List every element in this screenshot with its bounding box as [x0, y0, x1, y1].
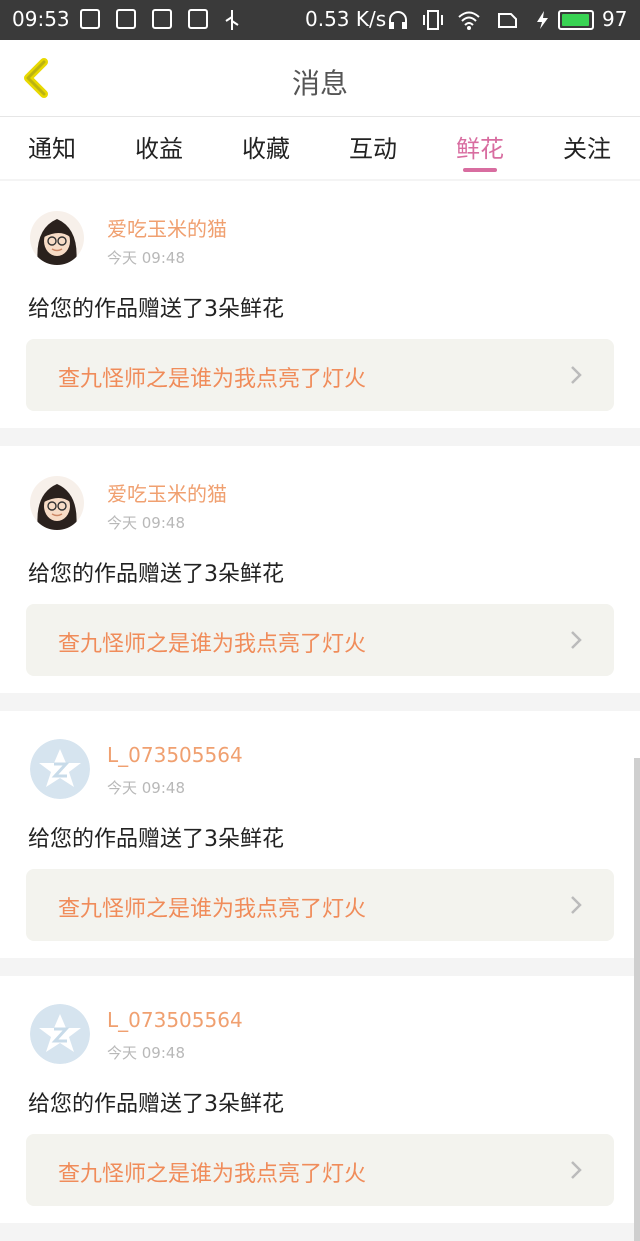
default-avatar-icon	[30, 739, 90, 799]
battery-level: 97	[602, 7, 628, 31]
message-text: 给您的作品赠送了3朵鲜花	[28, 562, 284, 587]
battery-fill	[562, 14, 590, 26]
work-title: 查九怪师之是谁为我点亮了灯火	[58, 897, 367, 922]
avatar[interactable]	[30, 211, 84, 265]
notification-upload-icon	[152, 9, 172, 29]
avatar[interactable]	[30, 476, 84, 530]
message-card: L_073505564 今天 09:48 给您的作品赠送了3朵鲜花 查九怪师之是…	[0, 976, 640, 1223]
username[interactable]: L_073505564	[107, 1008, 243, 1032]
work-title: 查九怪师之是谁为我点亮了灯火	[58, 632, 367, 657]
chevron-right-icon	[571, 366, 582, 384]
tab-following[interactable]: 关注	[563, 129, 611, 164]
notification-image-icon	[188, 9, 208, 29]
charging-icon	[537, 11, 548, 29]
sim-card-icon	[498, 13, 517, 28]
tab-earnings[interactable]: 收益	[135, 129, 183, 164]
chevron-right-icon	[571, 896, 582, 914]
active-tab-indicator	[463, 168, 497, 172]
message-text: 给您的作品赠送了3朵鲜花	[28, 827, 284, 852]
tab-bar: 通知 收益 收藏 互动 鲜花 关注	[0, 117, 640, 179]
wifi-icon	[458, 11, 480, 30]
girl-avatar-icon	[30, 476, 84, 530]
vibrate-icon	[423, 10, 443, 30]
message-card: 爱吃玉米的猫 今天 09:48 给您的作品赠送了3朵鲜花 查九怪师之是谁为我点亮…	[0, 181, 640, 428]
headphones-icon	[389, 11, 407, 29]
tab-notice[interactable]: 通知	[28, 129, 76, 164]
avatar[interactable]	[30, 739, 90, 799]
page-title: 消息	[291, 67, 348, 100]
message-card: L_073505564 今天 09:48 给您的作品赠送了3朵鲜花 查九怪师之是…	[0, 711, 640, 958]
work-link[interactable]: 查九怪师之是谁为我点亮了灯火	[26, 604, 614, 676]
username[interactable]: 爱吃玉米的猫	[107, 478, 227, 507]
work-title: 查九怪师之是谁为我点亮了灯火	[58, 1162, 367, 1187]
scrollbar[interactable]	[634, 758, 640, 1241]
girl-avatar-icon	[30, 211, 84, 265]
tab-flowers[interactable]: 鲜花	[456, 129, 504, 164]
status-bar: 09:53 0.53 K/s 97	[0, 0, 640, 40]
tab-interaction[interactable]: 互动	[349, 129, 397, 164]
avatar[interactable]	[30, 1004, 90, 1064]
tab-favorites[interactable]: 收藏	[242, 129, 290, 164]
message-text: 给您的作品赠送了3朵鲜花	[28, 297, 284, 322]
message-text: 给您的作品赠送了3朵鲜花	[28, 1092, 284, 1117]
timestamp: 今天 09:48	[107, 514, 185, 532]
username[interactable]: 爱吃玉米的猫	[107, 213, 227, 242]
notification-pocket-icon	[80, 9, 100, 29]
chevron-right-icon	[571, 631, 582, 649]
notification-list-icon	[116, 9, 136, 29]
header: 消息	[0, 40, 640, 117]
battery-icon	[558, 10, 594, 30]
work-link[interactable]: 查九怪师之是谁为我点亮了灯火	[26, 1134, 614, 1206]
work-title: 查九怪师之是谁为我点亮了灯火	[58, 367, 367, 392]
timestamp: 今天 09:48	[107, 1044, 185, 1062]
network-speed: 0.53 K/s	[305, 7, 387, 31]
chevron-right-icon	[571, 1161, 582, 1179]
work-link[interactable]: 查九怪师之是谁为我点亮了灯火	[26, 339, 614, 411]
message-card: 爱吃玉米的猫 今天 09:48 给您的作品赠送了3朵鲜花 查九怪师之是谁为我点亮…	[0, 446, 640, 693]
default-avatar-icon	[30, 1004, 90, 1064]
usb-icon	[225, 10, 239, 30]
timestamp: 今天 09:48	[107, 249, 185, 267]
status-time: 09:53	[12, 7, 70, 31]
work-link[interactable]: 查九怪师之是谁为我点亮了灯火	[26, 869, 614, 941]
timestamp: 今天 09:48	[107, 779, 185, 797]
username[interactable]: L_073505564	[107, 743, 243, 767]
